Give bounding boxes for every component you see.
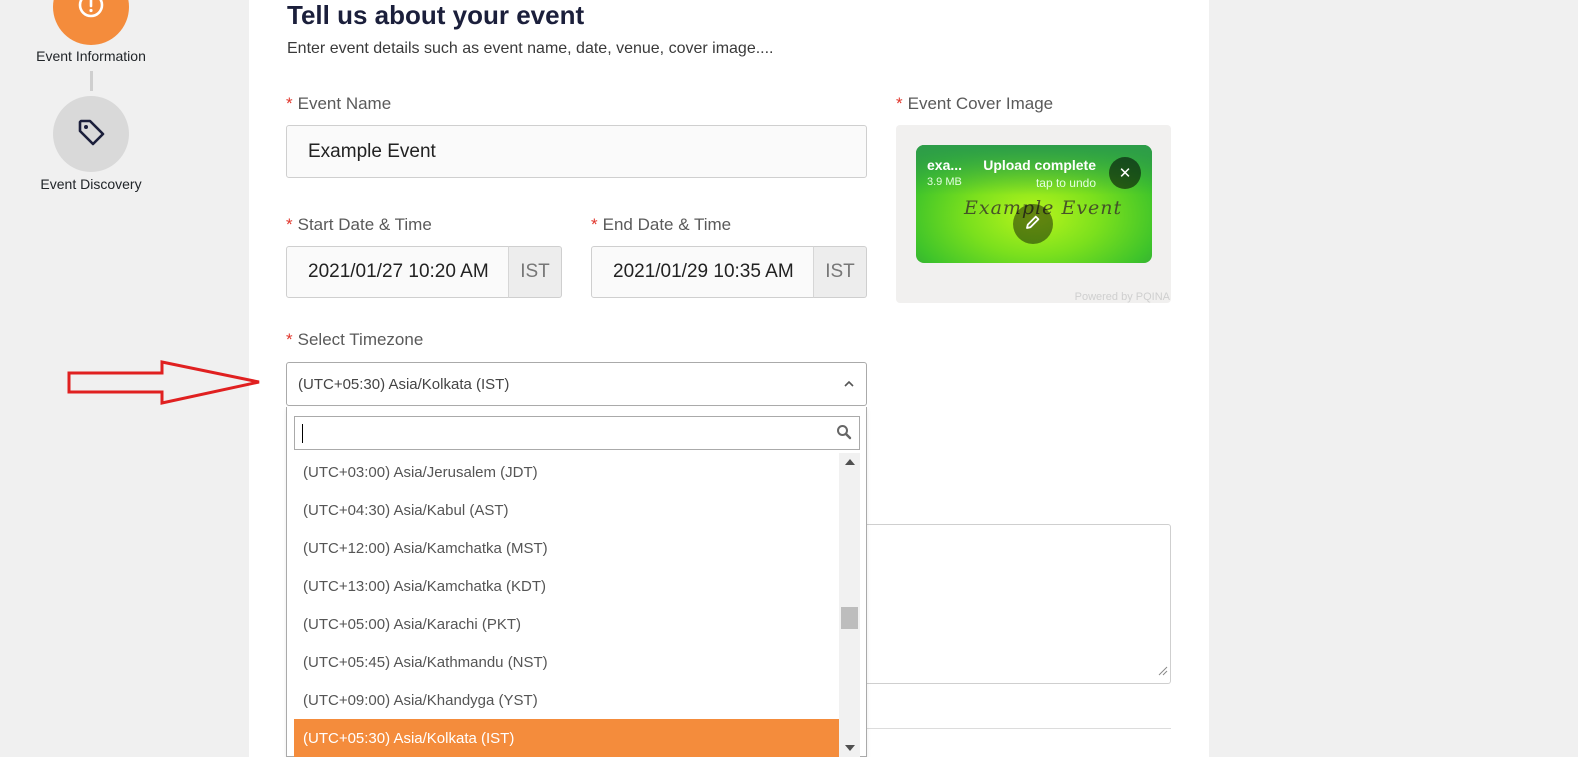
tag-icon: [74, 115, 108, 154]
file-name: exa...: [927, 157, 963, 173]
end-date-label-text: End Date & Time: [602, 215, 732, 234]
start-date-label: * Start Date & Time: [286, 215, 432, 235]
cover-image-uploader[interactable]: Example Event exa... 3.9 MB Upload compl…: [896, 125, 1171, 303]
scrollbar-thumb[interactable]: [841, 607, 858, 629]
required-mark: *: [286, 330, 293, 349]
end-timezone-addon: IST: [813, 246, 867, 298]
event-name-label-text: Event Name: [297, 94, 392, 113]
resize-handle-icon[interactable]: [1158, 663, 1168, 681]
upload-status: Upload complete: [983, 157, 1096, 173]
annotation-arrow: [67, 360, 263, 411]
description-textarea[interactable]: [866, 524, 1171, 684]
end-date-input[interactable]: 2021/01/29 10:35 AM: [591, 246, 815, 298]
timezone-option[interactable]: (UTC+09:00) Asia/Khandyga (YST): [294, 681, 839, 719]
start-date-input[interactable]: 2021/01/27 10:20 AM: [286, 246, 510, 298]
dropdown-scrollbar[interactable]: [839, 453, 860, 757]
start-date-label-text: Start Date & Time: [297, 215, 432, 234]
close-icon: ✕: [1118, 165, 1132, 182]
start-date-value: 2021/01/27 10:20 AM: [308, 261, 489, 282]
event-name-value: Example Event: [308, 140, 436, 162]
timezone-label: * Select Timezone: [286, 330, 423, 350]
search-icon: [836, 424, 852, 445]
step-connector: [90, 71, 93, 91]
pencil-icon: [1024, 213, 1042, 236]
step-event-information[interactable]: [53, 0, 129, 45]
required-mark: *: [286, 94, 293, 113]
timezone-option[interactable]: (UTC+05:45) Asia/Kathmandu (NST): [294, 643, 839, 681]
chevron-up-icon: [844, 377, 854, 391]
required-mark: *: [896, 94, 903, 113]
step-label-event-information[interactable]: Event Information: [0, 48, 182, 64]
timezone-option[interactable]: (UTC+13:00) Asia/Kamchatka (KDT): [294, 567, 839, 605]
timezone-option[interactable]: (UTC+03:00) Asia/Jerusalem (JDT): [294, 453, 839, 491]
scroll-down-arrow-icon[interactable]: [845, 745, 855, 751]
timezone-label-text: Select Timezone: [297, 330, 424, 349]
powered-by-link[interactable]: Powered by PQINA: [1075, 291, 1170, 303]
remove-file-button[interactable]: ✕: [1109, 157, 1141, 189]
undo-hint[interactable]: tap to undo: [1036, 176, 1096, 190]
timezone-option[interactable]: (UTC+12:00) Asia/Kamchatka (MST): [294, 529, 839, 567]
event-name-input[interactable]: Example Event: [286, 125, 867, 178]
timezone-option-selected[interactable]: (UTC+05:30) Asia/Kolkata (IST): [294, 719, 839, 757]
section-divider: [866, 728, 1171, 729]
page-title: Tell us about your event: [287, 0, 585, 30]
timezone-option[interactable]: (UTC+05:00) Asia/Karachi (PKT): [294, 605, 839, 643]
timezone-selected-value: (UTC+05:30) Asia/Kolkata (IST): [298, 375, 510, 393]
step-event-discovery[interactable]: [53, 96, 129, 172]
uploaded-file-item: Example Event exa... 3.9 MB Upload compl…: [916, 145, 1152, 263]
cover-image-label-text: Event Cover Image: [907, 94, 1054, 113]
page-subtitle: Enter event details such as event name, …: [287, 40, 774, 57]
end-date-value: 2021/01/29 10:35 AM: [613, 261, 794, 282]
timezone-select[interactable]: (UTC+05:30) Asia/Kolkata (IST): [286, 362, 867, 406]
required-mark: *: [591, 215, 598, 234]
end-date-label: * End Date & Time: [591, 215, 731, 235]
event-name-label: * Event Name: [286, 94, 391, 114]
scroll-up-arrow-icon[interactable]: [845, 459, 855, 465]
timezone-dropdown: (UTC+03:00) Asia/Jerusalem (JDT) (UTC+04…: [286, 407, 867, 757]
timezone-options-list: (UTC+03:00) Asia/Jerusalem (JDT) (UTC+04…: [294, 453, 839, 757]
alert-circle-icon: [76, 0, 106, 25]
text-cursor: [302, 424, 303, 443]
step-label-event-discovery[interactable]: Event Discovery: [0, 176, 182, 192]
timezone-option[interactable]: (UTC+04:30) Asia/Kabul (AST): [294, 491, 839, 529]
cover-image-label: * Event Cover Image: [896, 94, 1053, 114]
file-size: 3.9 MB: [927, 176, 962, 188]
edit-image-button[interactable]: [1013, 204, 1053, 244]
required-mark: *: [286, 215, 293, 234]
start-timezone-addon: IST: [508, 246, 562, 298]
timezone-search-input[interactable]: [294, 416, 860, 450]
